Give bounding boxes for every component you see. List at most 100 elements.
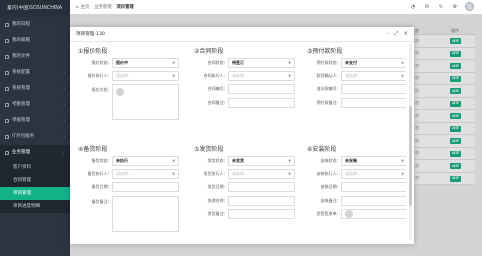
ship-executor-select[interactable]: 请选择... ▼ (228, 169, 295, 180)
stock-note-input[interactable] (112, 195, 179, 232)
section-title: ④备货阶段 (78, 146, 108, 153)
chevron-down-icon: ▼ (288, 74, 291, 79)
select-value: 待签订 (232, 60, 244, 65)
sidebar-subitem-progress[interactable]: 项目进度明细 (0, 200, 70, 213)
select-value: 未发货 (232, 158, 244, 163)
modal-scrollbar[interactable] (409, 44, 412, 240)
select-value: 未执行 (116, 158, 128, 163)
field-label: 报价文档: (91, 87, 109, 93)
stock-date-input[interactable] (112, 182, 179, 193)
quote-file-upload[interactable] (112, 84, 179, 121)
avatar[interactable] (465, 2, 474, 11)
sidebar-item-label: 我的邮箱 (12, 38, 30, 43)
install-sign-upload[interactable] (341, 208, 406, 219)
mail-icon[interactable]: ✉ (423, 3, 431, 11)
quote-executor-select[interactable]: 请选择... ▼ (112, 71, 179, 82)
sidebar-subitem-contracts[interactable]: 合同管理 (0, 174, 70, 187)
sidebar-subitem-projects[interactable]: 项目管理 (0, 187, 70, 200)
sidebar-item-schedule[interactable]: 我的日程 (0, 17, 70, 33)
sidebar-item-label: 我的日程 (12, 22, 30, 27)
sidebar-item-files[interactable]: 我的文件 (0, 49, 70, 65)
chevron-right-icon: › (63, 118, 65, 123)
briefcase-icon (5, 151, 9, 155)
field-label: 安装执行人: (316, 171, 338, 177)
chevron-down-icon: ▼ (172, 74, 175, 79)
field-label: 合同编号: (207, 86, 225, 92)
sidebar-item-mail[interactable]: 我的邮箱 (0, 33, 70, 49)
modal-tools: – ⤢ ✕ (386, 30, 408, 38)
stock-status-select[interactable]: 未执行 ▼ (112, 156, 179, 166)
upload-icon[interactable] (116, 88, 124, 97)
select-placeholder: 请选择... (116, 73, 132, 79)
sidebar-item-system-config[interactable]: 系统配置 › (0, 65, 70, 81)
minimize-icon[interactable]: – (386, 30, 389, 38)
file-icon (5, 55, 9, 59)
field-label: 发货备注: (207, 210, 225, 216)
field-label: 备货执行人: (87, 171, 109, 177)
contract-number-input[interactable] (228, 84, 295, 95)
contract-note-input[interactable] (228, 97, 295, 108)
sidebar-item-business[interactable]: 业务管理 ⌄ (0, 145, 70, 161)
sidebar-item-it-service[interactable]: IT外包服务 › (0, 129, 70, 145)
app-window: 蓄闪(中国)SOSUNCHINA 我的日程 我的邮箱 我的文件 系统配置 › 系统… (0, 0, 482, 256)
prepay-number-input[interactable] (341, 84, 406, 95)
scrollbar-thumb[interactable] (409, 106, 412, 206)
settings-icon (5, 87, 9, 91)
sidebar-item-documents[interactable]: 单据管理 › (0, 113, 70, 129)
field-label: 快递名称: (207, 197, 225, 203)
sidebar-subitem-customers[interactable]: 客户资料 (0, 161, 70, 174)
select-value: 未安装 (345, 158, 357, 163)
install-note-input[interactable] (341, 195, 406, 206)
field-label: 备货状态: (91, 158, 109, 163)
prepay-note-input[interactable] (341, 97, 406, 108)
chevron-down-icon: ▼ (288, 172, 291, 177)
section-title: ③预付款阶段 (307, 48, 343, 55)
breadcrumb-home[interactable]: 主页 (81, 4, 90, 10)
refresh-icon[interactable]: ↻ (437, 3, 445, 11)
ship-courier-input[interactable] (228, 195, 295, 206)
ship-date-input[interactable] (228, 182, 295, 193)
home-icon[interactable]: ⌂ (76, 5, 79, 10)
contract-executor-select[interactable]: 请选择... ▼ (228, 71, 295, 82)
sidebar-item-label: 考勤管理 (12, 102, 30, 107)
sidebar-item-label: 业务管理 (12, 150, 30, 155)
quote-status-select[interactable]: 报价中 ▼ (112, 58, 179, 68)
section-stock: ④备货阶段 备货状态: 未执行 ▼ 备货执行人: 请选择... ▼ 备货日期: 备货备注… (78, 145, 179, 235)
section-prepay: ③预付款阶段 预付款状态: 未支付 ▼ 款项确认人: 请选择... ▼ 流水款编号: 预… (307, 47, 406, 111)
chevron-right-icon: › (63, 70, 65, 75)
sidebar-item-attendance[interactable]: 考勤管理 › (0, 97, 70, 113)
chevron-down-icon: ▼ (172, 159, 175, 163)
service-icon (5, 135, 9, 139)
gear-icon (5, 71, 9, 75)
field-label: 验签签收单: (316, 210, 338, 216)
stock-executor-select[interactable]: 请选择... ▼ (112, 169, 179, 180)
sidebar-item-label: 单据管理 (12, 118, 30, 123)
topbar: ⌂ 主页 业务管理 项目管理 ◔ ✉ ↻ ⚙ (70, 0, 482, 14)
bell-icon[interactable]: ◔ (409, 3, 417, 11)
upload-icon[interactable] (345, 209, 353, 218)
prepay-confirmer-select[interactable]: 请选择... ▼ (341, 71, 406, 82)
breadcrumb-business[interactable]: 业务管理 (94, 4, 111, 10)
close-icon[interactable]: ✕ (403, 30, 408, 38)
sidebar-item-label: 系统管理 (12, 86, 30, 91)
sidebar-item-system-manage[interactable]: 系统管理 › (0, 81, 70, 97)
sidebar-item-label: 系统配置 (12, 70, 30, 75)
modal-header: 项目管理-130 (70, 27, 414, 42)
chevron-down-icon: ▼ (401, 61, 404, 65)
modal-body: ①报价阶段 报价状态: 报价中 ▼ 报价执行人: 请选择... ▼ 报价文档: ②合同阶… (70, 42, 406, 244)
field-label: 报价执行人: (87, 73, 109, 79)
install-executor-select[interactable]: 请选择... ▼ (341, 169, 406, 180)
install-date-input[interactable] (341, 182, 406, 193)
chevron-right-icon: › (63, 102, 65, 107)
maximize-icon[interactable]: ⤢ (394, 30, 398, 38)
prepay-status-select[interactable]: 未支付 ▼ (341, 58, 406, 68)
ship-note-input[interactable] (228, 208, 295, 219)
section-title: ①报价阶段 (78, 48, 108, 55)
field-label: 流水款编号: (316, 86, 338, 92)
select-placeholder: 请选择... (345, 171, 361, 177)
ship-status-select[interactable]: 未发货 ▼ (228, 156, 295, 166)
install-status-select[interactable]: 未安装 ▼ (341, 156, 406, 166)
settings-icon[interactable]: ⚙ (451, 3, 459, 11)
field-label: 预付款状态: (316, 60, 338, 65)
contract-status-select[interactable]: 待签订 ▼ (228, 58, 295, 68)
